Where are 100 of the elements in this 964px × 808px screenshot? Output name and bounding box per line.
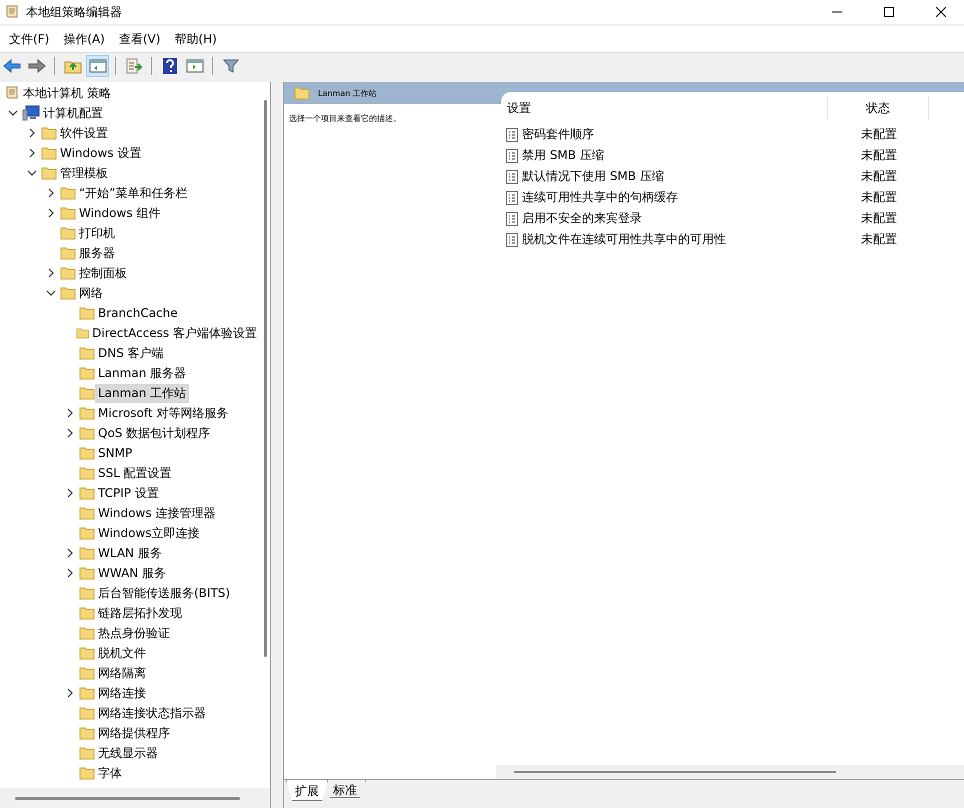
tree-item[interactable]: 服务器 — [76, 244, 118, 262]
folder-icon — [79, 726, 95, 740]
setting-name[interactable]: 脱机文件在连续可用性共享中的可用性 — [522, 231, 726, 248]
folder-icon — [60, 286, 76, 300]
tree-item[interactable]: Lanman 服务器 — [95, 364, 190, 382]
folder-icon — [79, 546, 95, 560]
pane-icon[interactable] — [86, 55, 109, 77]
menu-item[interactable]: 帮助(H) — [167, 28, 224, 50]
tree-item[interactable]: WWAN 服务 — [95, 564, 170, 582]
folder-icon — [41, 126, 57, 140]
folder-icon — [79, 646, 95, 660]
tree-item[interactable]: Lanman 工作站 — [95, 384, 190, 402]
tree-item[interactable]: Microsoft 对等网络服务 — [95, 404, 232, 422]
menu-item[interactable]: 操作(A) — [56, 28, 112, 50]
folder-icon — [79, 366, 95, 380]
folder-icon — [60, 206, 76, 220]
tree-item[interactable]: 计算机配置 — [40, 104, 106, 122]
folder-icon — [294, 86, 310, 100]
tree-item[interactable]: 网络连接状态指示器 — [95, 704, 209, 722]
tree-item[interactable]: 网络连接 — [95, 684, 149, 702]
setting-state: 未配置 — [860, 231, 898, 248]
tree-item[interactable]: 网络隔离 — [95, 664, 149, 682]
tree-item[interactable]: Windows 设置 — [57, 144, 144, 162]
tree-item[interactable]: Windows立即连接 — [95, 524, 203, 542]
scrollbar-thumb[interactable] — [15, 796, 240, 800]
tree-item[interactable]: WLAN 服务 — [95, 544, 165, 562]
setting-name[interactable]: 启用不安全的来宾登录 — [522, 210, 642, 227]
setting-state: 未配置 — [860, 168, 898, 185]
scroll-icon — [4, 85, 20, 101]
folder-icon — [79, 466, 95, 480]
tree-item[interactable]: 打印机 — [76, 224, 118, 242]
folder-icon — [79, 446, 95, 460]
tree-item[interactable]: BranchCache — [95, 305, 181, 321]
folder-icon — [60, 266, 76, 280]
folder-icon — [79, 766, 95, 780]
tree-item[interactable]: 网络 — [76, 284, 106, 302]
setting-name[interactable]: 禁用 SMB 压缩 — [522, 147, 604, 164]
tree-item[interactable]: 脱机文件 — [95, 644, 149, 662]
setting-state: 未配置 — [860, 189, 898, 206]
folder-icon — [79, 626, 95, 640]
folder-icon — [79, 526, 95, 540]
setting-state: 未配置 — [860, 210, 898, 227]
column-header[interactable]: 状态 — [828, 96, 929, 120]
computer-icon — [22, 105, 40, 121]
folder-icon — [79, 406, 95, 420]
close-icon — [936, 7, 946, 17]
folder-icon — [79, 486, 95, 500]
tree-item[interactable]: SNMP — [95, 445, 136, 461]
folder-icon — [41, 146, 57, 160]
folder-icon — [60, 186, 76, 200]
tree-item[interactable]: SSL 配置设置 — [95, 464, 175, 482]
policy-setting-icon — [506, 212, 518, 226]
folder-icon — [79, 346, 95, 360]
folder-icon — [79, 306, 95, 320]
policy-setting-icon — [506, 128, 518, 142]
column-header[interactable]: 设置 — [501, 96, 828, 120]
tree-item[interactable]: 字体 — [95, 764, 125, 782]
tree-item[interactable]: 软件设置 — [57, 124, 111, 142]
policy-setting-icon — [506, 148, 518, 162]
description-text: 选择一个项目来查看它的描述。 — [289, 114, 401, 123]
tree-item[interactable]: 链路层拓扑发现 — [95, 604, 185, 622]
tree-item[interactable]: 控制面板 — [76, 264, 130, 282]
tree-item[interactable]: 本地计算机 策略 — [20, 84, 114, 102]
setting-name[interactable]: 连续可用性共享中的句柄缓存 — [522, 189, 678, 206]
tree-item[interactable]: 热点身份验证 — [95, 624, 173, 642]
tree-item[interactable]: 管理模板 — [57, 164, 111, 182]
folder-icon — [79, 706, 95, 720]
panel-heading: Lanman 工作站 — [318, 88, 377, 98]
scroll-icon — [4, 4, 20, 20]
menu-item[interactable]: 查看(V) — [112, 28, 168, 50]
menu-item[interactable]: 文件(F) — [2, 28, 56, 50]
folder-icon — [60, 226, 76, 240]
folder-icon — [79, 586, 95, 600]
tree-item[interactable]: 网络提供程序 — [95, 724, 173, 742]
tree-item[interactable]: Windows 连接管理器 — [95, 504, 218, 522]
setting-name[interactable]: 密码套件顺序 — [522, 126, 594, 143]
tree-item[interactable]: DirectAccess 客户端体验设置 — [89, 324, 260, 342]
tree-item[interactable]: Windows 组件 — [76, 204, 164, 222]
tree-item[interactable]: 无线显示器 — [95, 744, 161, 762]
scrollbar-thumb[interactable] — [514, 771, 836, 773]
setting-name[interactable]: 默认情况下使用 SMB 压缩 — [522, 168, 664, 185]
scrollbar-thumb[interactable] — [264, 100, 266, 657]
folder-icon — [60, 246, 76, 260]
setting-state: 未配置 — [860, 126, 898, 143]
folder-icon — [41, 166, 57, 180]
tree-item[interactable]: QoS 数据包计划程序 — [95, 424, 214, 442]
view-tab[interactable]: 扩展 — [286, 780, 328, 801]
folder-icon — [79, 606, 95, 620]
window-title: 本地组策略编辑器 — [26, 4, 123, 20]
setting-state: 未配置 — [860, 147, 898, 164]
folder-icon — [79, 426, 95, 440]
tree-item[interactable]: DNS 客户端 — [95, 344, 167, 362]
folder-icon — [79, 506, 95, 520]
policy-setting-icon — [506, 170, 518, 184]
tree-item[interactable]: “开始”菜单和任务栏 — [76, 184, 190, 202]
tree-item[interactable]: 后台智能传送服务(BITS) — [95, 584, 234, 602]
tree-item[interactable]: TCPIP 设置 — [95, 484, 162, 502]
folder-icon — [79, 566, 95, 580]
maximize-icon — [884, 7, 894, 17]
folder-icon — [76, 326, 90, 340]
